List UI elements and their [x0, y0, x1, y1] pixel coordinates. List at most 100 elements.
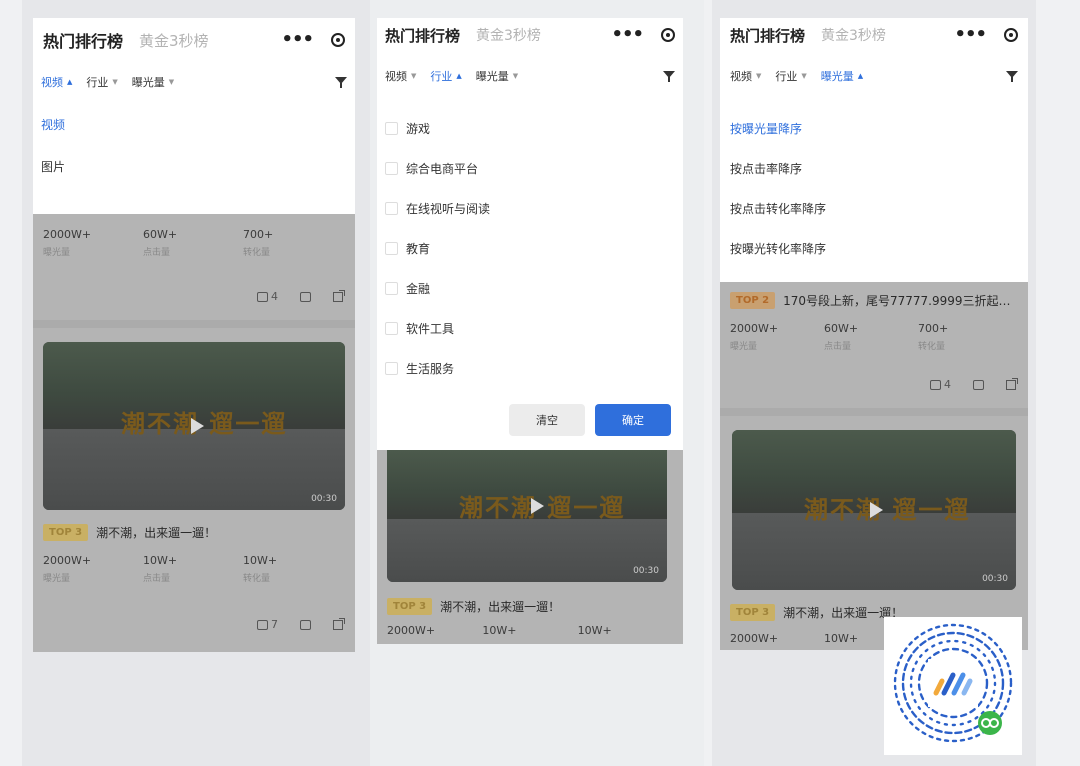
filter-video[interactable]: 视频 ▼ — [385, 68, 416, 84]
option-image[interactable]: 图片 — [41, 158, 347, 175]
phone-screen-sort-filter: 热门排行榜 黄金3秒榜 ••• 视频 ▼ 行业 ▼ 曝光量 ▲ 按曝光量降序 按点击率… — [720, 18, 1028, 650]
like-button[interactable]: 7 — [256, 618, 278, 631]
stat-label: 点击量 — [824, 342, 852, 352]
dimmed-list[interactable]: 2000W+ 曝光量 60W+ 点击量 700+ 转化量 4 潮不潮 遛一遛 00:3… — [33, 214, 355, 652]
industry-option-finance[interactable]: 金融 — [377, 268, 683, 308]
checkbox[interactable] — [385, 161, 398, 175]
chevron-down-icon: ▼ — [512, 72, 519, 80]
app-header: 热门排行榜 黄金3秒榜 ••• — [377, 18, 683, 52]
industry-option-games[interactable]: 游戏 — [377, 108, 683, 148]
ad-title[interactable]: 潮不潮，出来遛一遛！ — [440, 598, 560, 615]
stat-label: 转化量 — [243, 574, 271, 584]
tab-golden-3s[interactable]: 黄金3秒榜 — [476, 25, 541, 45]
tab-golden-3s[interactable]: 黄金3秒榜 — [139, 30, 209, 51]
rank-badge: TOP 3 — [387, 598, 433, 615]
sort-option-exposure-cvr-desc[interactable]: 按曝光转化率降序 — [730, 240, 1018, 280]
page-title: 热门排行榜 — [43, 32, 124, 51]
play-icon[interactable] — [191, 418, 204, 434]
share-icon[interactable] — [1006, 377, 1018, 390]
stat-value: 10W+ — [143, 554, 178, 567]
chevron-up-icon: ▲ — [67, 78, 73, 86]
stat-label: 点击量 — [143, 248, 171, 258]
video-duration: 00:30 — [982, 574, 1008, 584]
stat-value: 2000W+ — [43, 554, 92, 567]
play-icon[interactable] — [870, 502, 883, 518]
thumbs-up-icon — [929, 379, 941, 390]
option-label: 生活服务 — [406, 361, 455, 376]
checkbox[interactable] — [385, 281, 398, 295]
target-icon[interactable] — [331, 33, 345, 47]
industry-option-life-services[interactable]: 生活服务 — [377, 348, 683, 388]
video-thumbnail[interactable]: 潮不潮 遛一遛 00:30 — [43, 342, 345, 510]
filter-exposure[interactable]: 曝光量 ▼ — [132, 74, 174, 90]
stat-value: 2000W+ — [730, 322, 779, 335]
more-icon[interactable]: ••• — [954, 26, 987, 44]
stat-label: 转化量 — [243, 248, 271, 258]
chevron-down-icon: ▼ — [801, 72, 807, 80]
stat-value: 10W+ — [577, 624, 612, 637]
checkbox[interactable] — [385, 121, 398, 135]
stat-value: 10W+ — [482, 624, 517, 637]
confirm-button[interactable]: 确定 — [595, 404, 671, 436]
stat-value: 10W+ — [243, 554, 278, 567]
sort-option-ctr-desc[interactable]: 按点击率降序 — [730, 160, 1018, 200]
industry-option-software[interactable]: 软件工具 — [377, 308, 683, 348]
rank-card: 2000W+ 曝光量 60W+ 点击量 700+ 转化量 4 — [33, 214, 355, 320]
filter-industry[interactable]: 行业 ▲ — [430, 68, 461, 84]
thumbs-down-icon[interactable] — [300, 619, 311, 630]
filter-video[interactable]: 视频 ▲ — [41, 74, 72, 90]
target-icon[interactable] — [1004, 28, 1018, 42]
thumbs-down-icon[interactable] — [300, 291, 311, 302]
checkbox[interactable] — [385, 361, 398, 375]
funnel-icon[interactable] — [1006, 70, 1018, 82]
ad-title[interactable]: 170号段上新，尾号77777.9999三折起… — [783, 292, 1010, 309]
industry-option-education[interactable]: 教育 — [377, 228, 683, 268]
filter-video[interactable]: 视频 ▼ — [730, 68, 761, 84]
checkbox[interactable] — [385, 201, 398, 215]
play-icon[interactable] — [531, 498, 544, 514]
dimmed-list[interactable]: 潮不潮 遛一遛 00:30 TOP 3 潮不潮，出来遛一遛！ 2000W+ 10… — [377, 450, 683, 644]
filter-exposure[interactable]: 曝光量 ▲ — [821, 68, 863, 84]
filter-industry-label: 行业 — [775, 70, 798, 83]
filter-bar: 视频 ▲ 行业 ▼ 曝光量 ▼ — [33, 62, 355, 102]
more-icon[interactable]: ••• — [281, 31, 314, 49]
target-icon[interactable] — [661, 28, 675, 42]
funnel-icon[interactable] — [663, 70, 675, 82]
thumbs-down-icon[interactable] — [973, 379, 984, 390]
like-button[interactable]: 4 — [256, 290, 278, 303]
sort-option-click-cvr-desc[interactable]: 按点击转化率降序 — [730, 200, 1018, 240]
industry-option-media[interactable]: 在线视听与阅读 — [377, 188, 683, 228]
filter-exposure[interactable]: 曝光量 ▼ — [476, 68, 518, 84]
filter-video-label: 视频 — [730, 70, 752, 83]
video-thumbnail[interactable]: 潮不潮 遛一遛 00:30 — [387, 450, 667, 582]
rank-card: TOP 2 170号段上新，尾号77777.9999三折起… 2000W+ 曝光量… — [720, 282, 1028, 408]
filter-industry[interactable]: 行业 ▼ — [86, 74, 117, 90]
checkbox[interactable] — [385, 321, 398, 335]
like-button[interactable]: 4 — [929, 378, 951, 391]
thumbs-up-icon — [256, 619, 268, 630]
option-video[interactable]: 视频 — [41, 116, 347, 158]
mini-program-qr-code[interactable] — [884, 617, 1022, 755]
share-icon[interactable] — [333, 617, 345, 630]
chevron-down-icon: ▼ — [168, 78, 175, 86]
industry-option-ecommerce[interactable]: 综合电商平台 — [377, 148, 683, 188]
ad-title[interactable]: 潮不潮，出来遛一遛！ — [96, 524, 216, 541]
share-icon[interactable] — [333, 289, 345, 302]
more-icon[interactable]: ••• — [611, 26, 644, 44]
sort-option-exposure-desc[interactable]: 按曝光量降序 — [730, 120, 1018, 160]
option-label: 金融 — [406, 281, 431, 296]
like-count: 7 — [271, 618, 278, 631]
phone-screen-video-filter: 热门排行榜 黄金3秒榜 ••• 视频 ▲ 行业 ▼ 曝光量 ▼ 视频 图片 2000W… — [33, 18, 355, 652]
checkbox[interactable] — [385, 241, 398, 255]
stat-value: 2000W+ — [730, 632, 779, 645]
stat-value: 2000W+ — [387, 624, 436, 637]
video-thumbnail[interactable]: 潮不潮 遛一遛 00:30 — [732, 430, 1016, 590]
like-count: 4 — [944, 378, 951, 391]
tab-golden-3s[interactable]: 黄金3秒榜 — [821, 25, 886, 45]
funnel-icon[interactable] — [335, 76, 347, 88]
filter-exposure-label: 曝光量 — [820, 70, 854, 83]
filter-industry[interactable]: 行业 ▼ — [775, 68, 806, 84]
sort-dropdown: 按曝光量降序 按点击率降序 按点击转化率降序 按曝光转化率降序 — [720, 100, 1028, 282]
dimmed-list[interactable]: TOP 2 170号段上新，尾号77777.9999三折起… 2000W+ 曝光量… — [720, 282, 1028, 650]
clear-button[interactable]: 清空 — [509, 404, 585, 436]
